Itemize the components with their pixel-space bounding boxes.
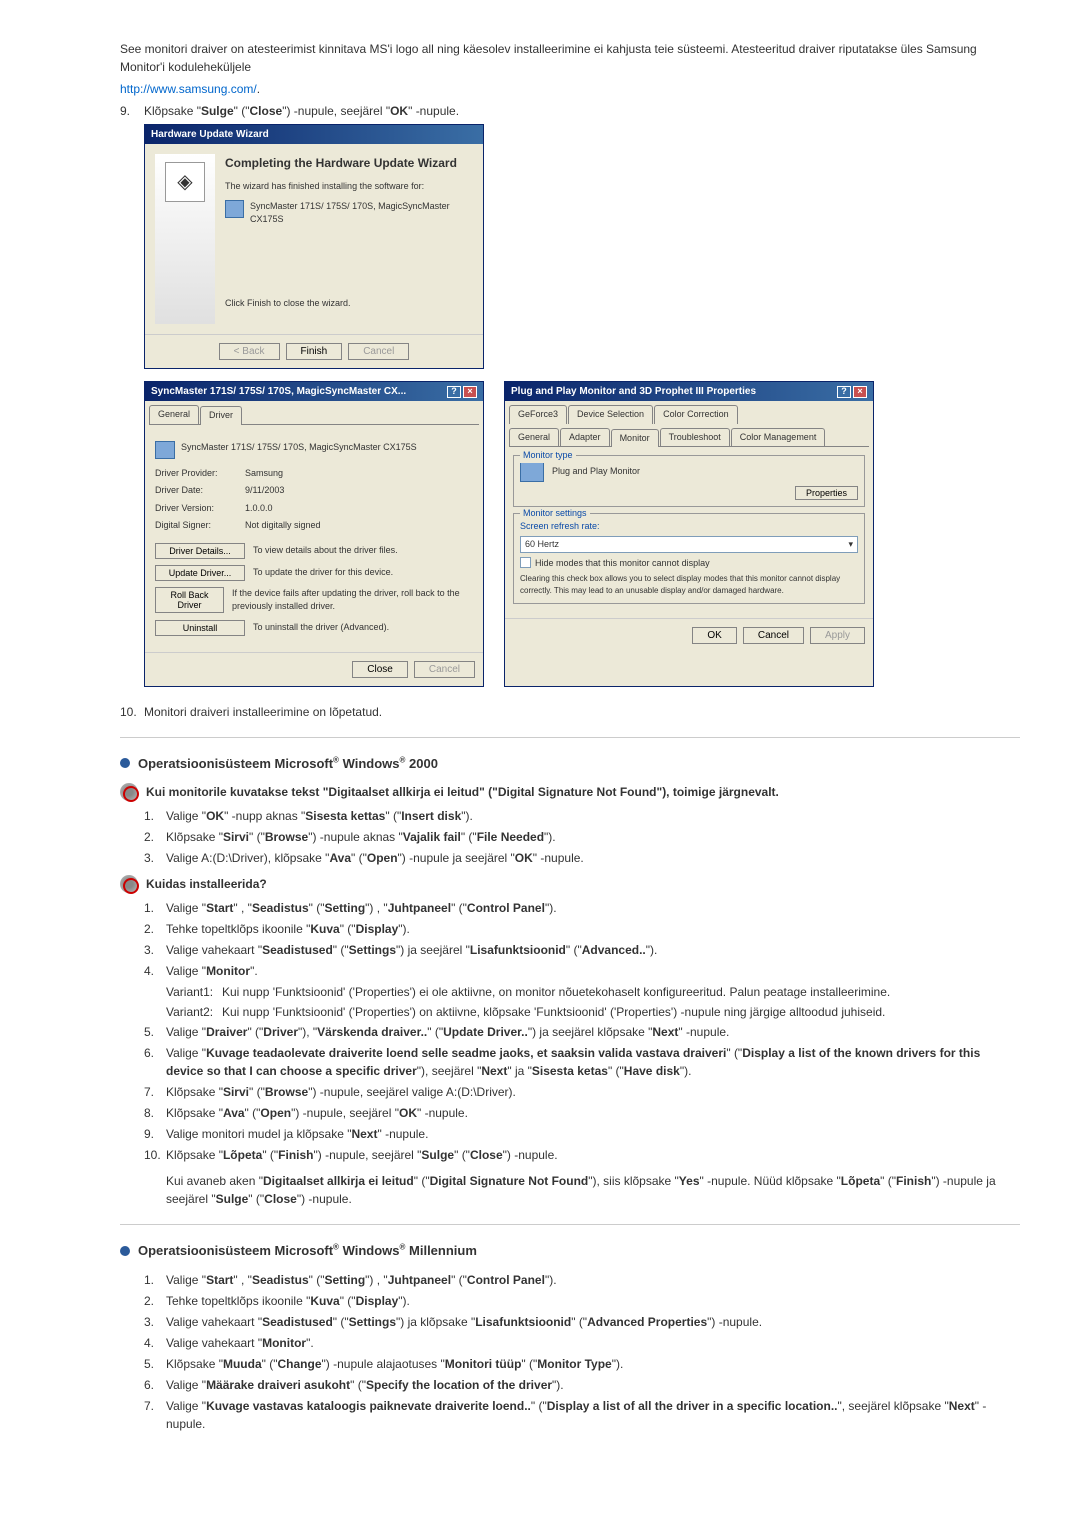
tab-adapter[interactable]: Adapter <box>560 428 610 447</box>
tab-device-selection[interactable]: Device Selection <box>568 405 653 424</box>
driver-props-title: SyncMaster 171S/ 175S/ 170S, MagicSyncMa… <box>151 384 406 399</box>
bullet-icon <box>120 1246 130 1256</box>
monitor-icon <box>225 200 244 218</box>
variant-1: Variant1:Kui nupp 'Funktsioonid' ('Prope… <box>120 983 1020 1001</box>
wizard-titlebar: Hardware Update Wizard <box>145 125 483 144</box>
close-icon[interactable]: × <box>463 386 477 398</box>
winme-steps-list: 1.Valige "Start" , "Seadistus" ("Setting… <box>120 1271 1020 1433</box>
wizard-back-button: < Back <box>219 343 280 360</box>
ok-button[interactable]: OK <box>692 627 736 644</box>
driver-version: 1.0.0.0 <box>245 502 273 516</box>
wizard-finish-button[interactable]: Finish <box>286 343 343 360</box>
hide-modes-label: Hide modes that this monitor cannot disp… <box>535 557 710 571</box>
section-divider <box>120 737 1020 738</box>
hardware-update-wizard: Hardware Update Wizard ◈ Completing the … <box>144 124 484 369</box>
tab-monitor[interactable]: Monitor <box>611 429 659 448</box>
refresh-label: Screen refresh rate: <box>520 520 858 534</box>
hide-modes-note: Clearing this check box allows you to se… <box>520 573 858 597</box>
intro-link-line: http://www.samsung.com/. <box>120 80 1020 98</box>
tab-color-correction[interactable]: Color Correction <box>654 405 738 424</box>
tab-color-mgmt[interactable]: Color Management <box>731 428 826 447</box>
intro-para: See monitori draiver on atesteerimist ki… <box>120 40 1020 76</box>
wizard-product: SyncMaster 171S/ 175S/ 170S, MagicSyncMa… <box>250 200 473 227</box>
signature-note: Kui avaneb aken "Digitaalset allkirja ei… <box>120 1172 1020 1208</box>
driver-provider: Samsung <box>245 467 283 481</box>
help-icon[interactable]: ? <box>447 386 461 398</box>
step-9: 9. Klõpsake "Sulge" ("Close") -nupule, s… <box>120 102 1020 120</box>
wizard-heading: Completing the Hardware Update Wizard <box>225 154 473 172</box>
driver-date: 9/11/2003 <box>245 484 284 498</box>
monitor-icon <box>155 441 175 459</box>
section-windows-2000: Operatsioonisüsteem Microsoft® Windows® … <box>120 754 1020 774</box>
gear-icon <box>120 783 138 801</box>
monitor-icon <box>520 462 544 482</box>
section-windows-me: Operatsioonisüsteem Microsoft® Windows® … <box>120 1241 1020 1261</box>
wizard-device-icon: ◈ <box>165 162 205 202</box>
help-icon[interactable]: ? <box>837 386 851 398</box>
monitor-props-title: Plug and Play Monitor and 3D Prophet III… <box>511 384 756 399</box>
bullet-icon <box>120 758 130 768</box>
samsung-link[interactable]: http://www.samsung.com/ <box>120 82 257 96</box>
tab-general2[interactable]: General <box>509 428 559 447</box>
cancel-button[interactable]: Cancel <box>743 627 804 644</box>
monitor-properties-dialog: Plug and Play Monitor and 3D Prophet III… <box>504 381 874 687</box>
step-9-text: Klõpsake "Sulge" ("Close") -nupule, seej… <box>144 104 459 118</box>
uninstall-button[interactable]: Uninstall <box>155 620 245 636</box>
rollback-driver-button[interactable]: Roll Back Driver <box>155 587 224 613</box>
properties-button[interactable]: Properties <box>795 486 858 500</box>
hide-modes-checkbox[interactable] <box>520 557 531 568</box>
install-steps-list: 1.Valige "Start" , "Seadistus" ("Setting… <box>120 899 1020 980</box>
tab-driver[interactable]: Driver <box>200 406 242 425</box>
update-driver-button[interactable]: Update Driver... <box>155 565 245 581</box>
sig-steps-list: 1.Valige "OK" -nupp aknas "Sisesta ketta… <box>120 807 1020 867</box>
driver-signer: Not digitally signed <box>245 519 321 533</box>
tab-general[interactable]: General <box>149 405 199 424</box>
wizard-line1: The wizard has finished installing the s… <box>225 180 473 194</box>
signature-not-found-header: Kui monitorile kuvatakse tekst "Digitaal… <box>120 783 1020 801</box>
tab-geforce[interactable]: GeForce3 <box>509 405 567 424</box>
section-divider <box>120 1224 1020 1225</box>
tab-troubleshoot[interactable]: Troubleshoot <box>660 428 730 447</box>
cancel-button: Cancel <box>414 661 475 678</box>
how-to-install-header: Kuidas installeerida? <box>120 875 1020 893</box>
close-button[interactable]: Close <box>352 661 408 678</box>
step-10: 10. Monitori draiveri installeerimine on… <box>120 703 1020 721</box>
driver-product-name: SyncMaster 171S/ 175S/ 170S, MagicSyncMa… <box>181 441 417 455</box>
variant-2: Variant2:Kui nupp 'Funktsioonid' ('Prope… <box>120 1003 1020 1021</box>
close-icon[interactable]: × <box>853 386 867 398</box>
monitor-name: Plug and Play Monitor <box>552 465 640 479</box>
install-steps-list-2: 5.Valige "Draiver" ("Driver"), "Värskend… <box>120 1023 1020 1164</box>
wizard-line2: Click Finish to close the wizard. <box>225 297 473 311</box>
gear-icon <box>120 875 138 893</box>
wizard-cancel-button: Cancel <box>348 343 409 360</box>
driver-properties-dialog: SyncMaster 171S/ 175S/ 170S, MagicSyncMa… <box>144 381 484 687</box>
apply-button: Apply <box>810 627 865 644</box>
driver-details-button[interactable]: Driver Details... <box>155 543 245 559</box>
refresh-rate-select[interactable]: 60 Hertz ▾ <box>520 536 858 554</box>
chevron-down-icon: ▾ <box>848 538 853 552</box>
